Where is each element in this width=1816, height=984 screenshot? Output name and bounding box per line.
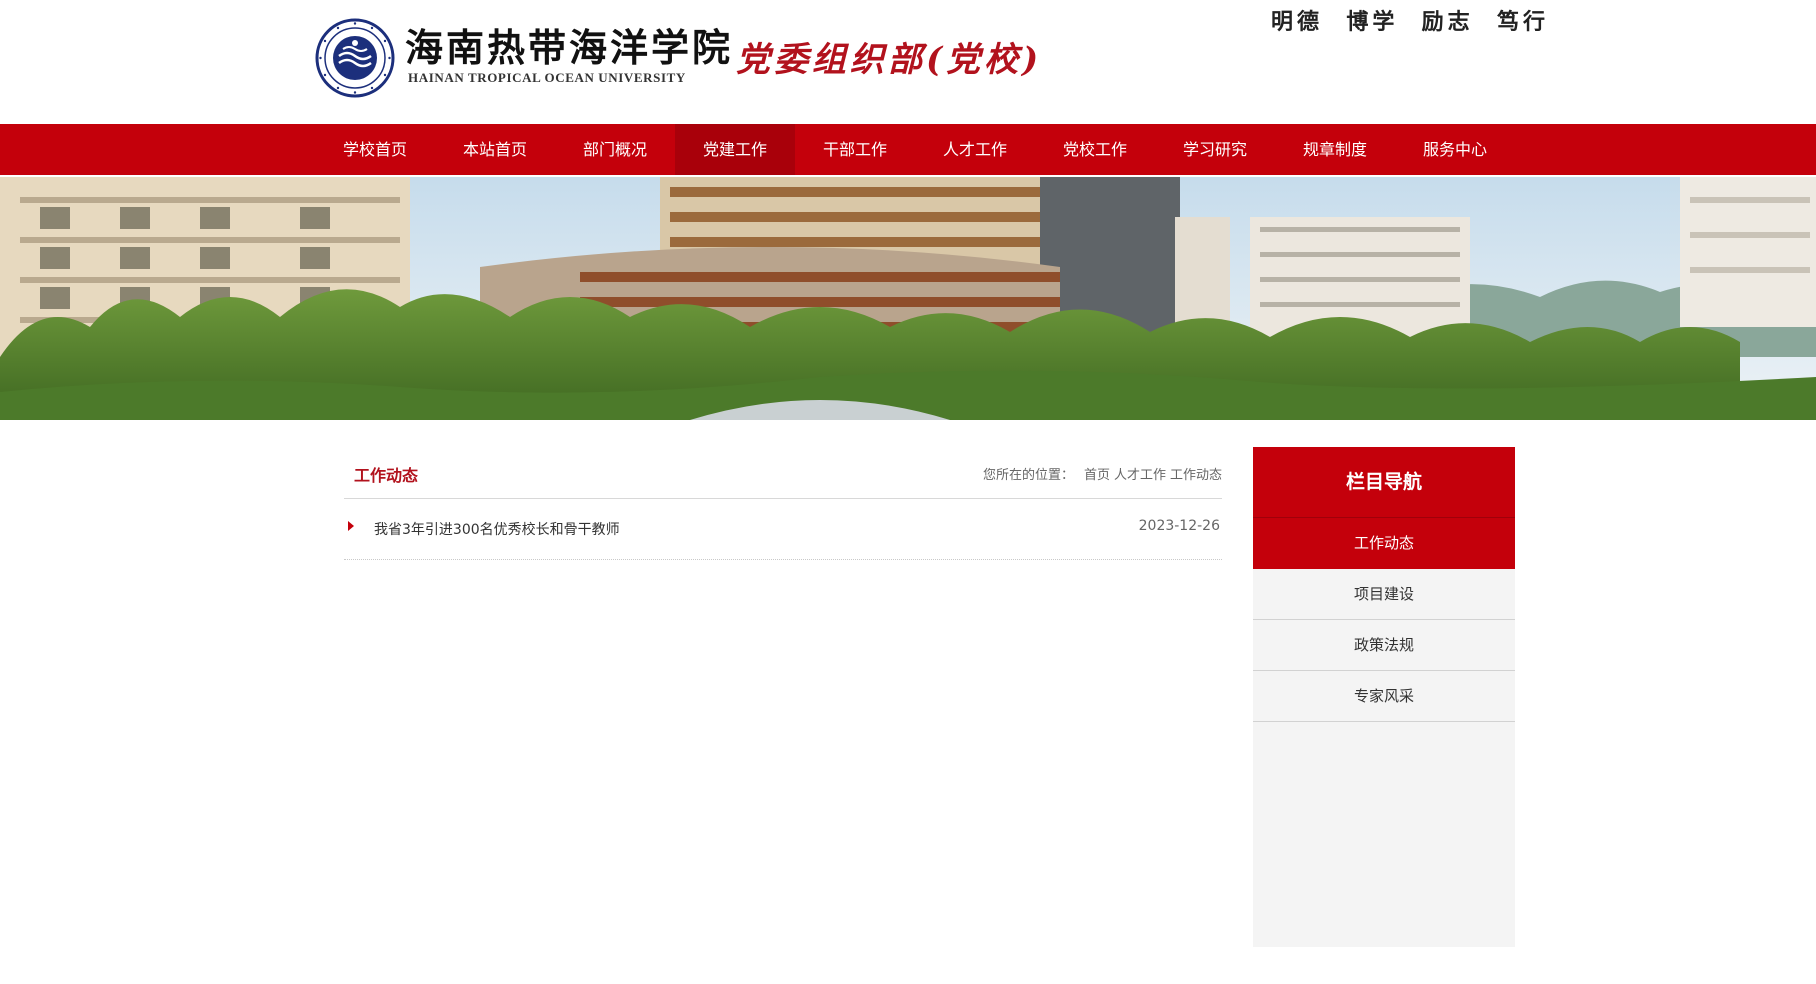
nav-item-3[interactable]: 党建工作 — [675, 124, 795, 175]
triangle-bullet-icon — [348, 521, 354, 531]
nav-item-0[interactable]: 学校首页 — [315, 124, 435, 175]
campus-banner-image — [0, 177, 1816, 420]
university-seal-icon[interactable] — [315, 18, 395, 98]
breadcrumb-label: 您所在的位置： — [982, 468, 1074, 483]
nav-item-5[interactable]: 人才工作 — [915, 124, 1035, 175]
sidebar-item-2[interactable]: 政策法规 — [1253, 620, 1515, 671]
sidebar-item-3[interactable]: 专家风采 — [1253, 671, 1515, 722]
nav-item-9[interactable]: 服务中心 — [1395, 124, 1515, 175]
article-date: 2023-12-26 — [1138, 518, 1220, 534]
nav-item-8[interactable]: 规章制度 — [1275, 124, 1395, 175]
article-title[interactable]: 我省3年引进300名优秀校长和骨干教师 — [374, 519, 620, 539]
nav-item-4[interactable]: 干部工作 — [795, 124, 915, 175]
page-title: 工作动态 — [354, 466, 419, 485]
nav-item-7[interactable]: 学习研究 — [1155, 124, 1275, 175]
department-name: 党委组织部(党校) — [736, 40, 1043, 80]
sidebar-list: 工作动态 项目建设 政策法规 专家风采 — [1253, 518, 1515, 722]
sidebar-item-1[interactable]: 项目建设 — [1253, 569, 1515, 620]
site-header: 海南热带海洋学院 HAINAN TROPICAL OCEAN UNIVERSIT… — [0, 0, 1816, 124]
breadcrumb: 您所在的位置： 首页 人才工作 工作动态 — [983, 464, 1222, 483]
main-nav: 学校首页 本站首页 部门概况 党建工作 干部工作 人才工作 党校工作 学习研究 规章制度 服务中心 — [0, 124, 1816, 175]
nav-list: 学校首页 本站首页 部门概况 党建工作 干部工作 人才工作 党校工作 学习研究 规章制度 服务中心 — [315, 124, 1515, 175]
breadcrumb-item-talent[interactable]: 人才工作 — [1114, 468, 1166, 483]
article-list: 我省3年引进300名优秀校长和骨干教师 2023-12-26 — [344, 499, 1222, 560]
content-area: 工作动态 您所在的位置： 首页 人才工作 工作动态 我省3年引进300名优秀校长和骨干… — [344, 446, 1222, 560]
page: 海南热带海洋学院 HAINAN TROPICAL OCEAN UNIVERSIT… — [0, 0, 1816, 984]
breadcrumb-item-home[interactable]: 首页 — [1084, 468, 1110, 483]
school-name-en: HAINAN TROPICAL OCEAN UNIVERSITY — [408, 70, 686, 85]
school-name-cn: 海南热带海洋学院 — [405, 25, 734, 70]
nav-item-2[interactable]: 部门概况 — [555, 124, 675, 175]
nav-item-1[interactable]: 本站首页 — [435, 124, 555, 175]
list-item[interactable]: 我省3年引进300名优秀校长和骨干教师 2023-12-26 — [344, 499, 1222, 560]
nav-item-6[interactable]: 党校工作 — [1035, 124, 1155, 175]
sidebar-item-0[interactable]: 工作动态 — [1253, 518, 1515, 569]
sidebar-title: 栏目导航 — [1253, 447, 1515, 518]
content-header: 工作动态 您所在的位置： 首页 人才工作 工作动态 — [344, 446, 1222, 499]
campus-banner — [0, 177, 1816, 420]
sidebar: 栏目导航 工作动态 项目建设 政策法规 专家风采 — [1253, 447, 1515, 947]
school-motto: 明德 博学 励志 笃行 — [1271, 9, 1549, 35]
breadcrumb-item-current[interactable]: 工作动态 — [1170, 468, 1222, 483]
